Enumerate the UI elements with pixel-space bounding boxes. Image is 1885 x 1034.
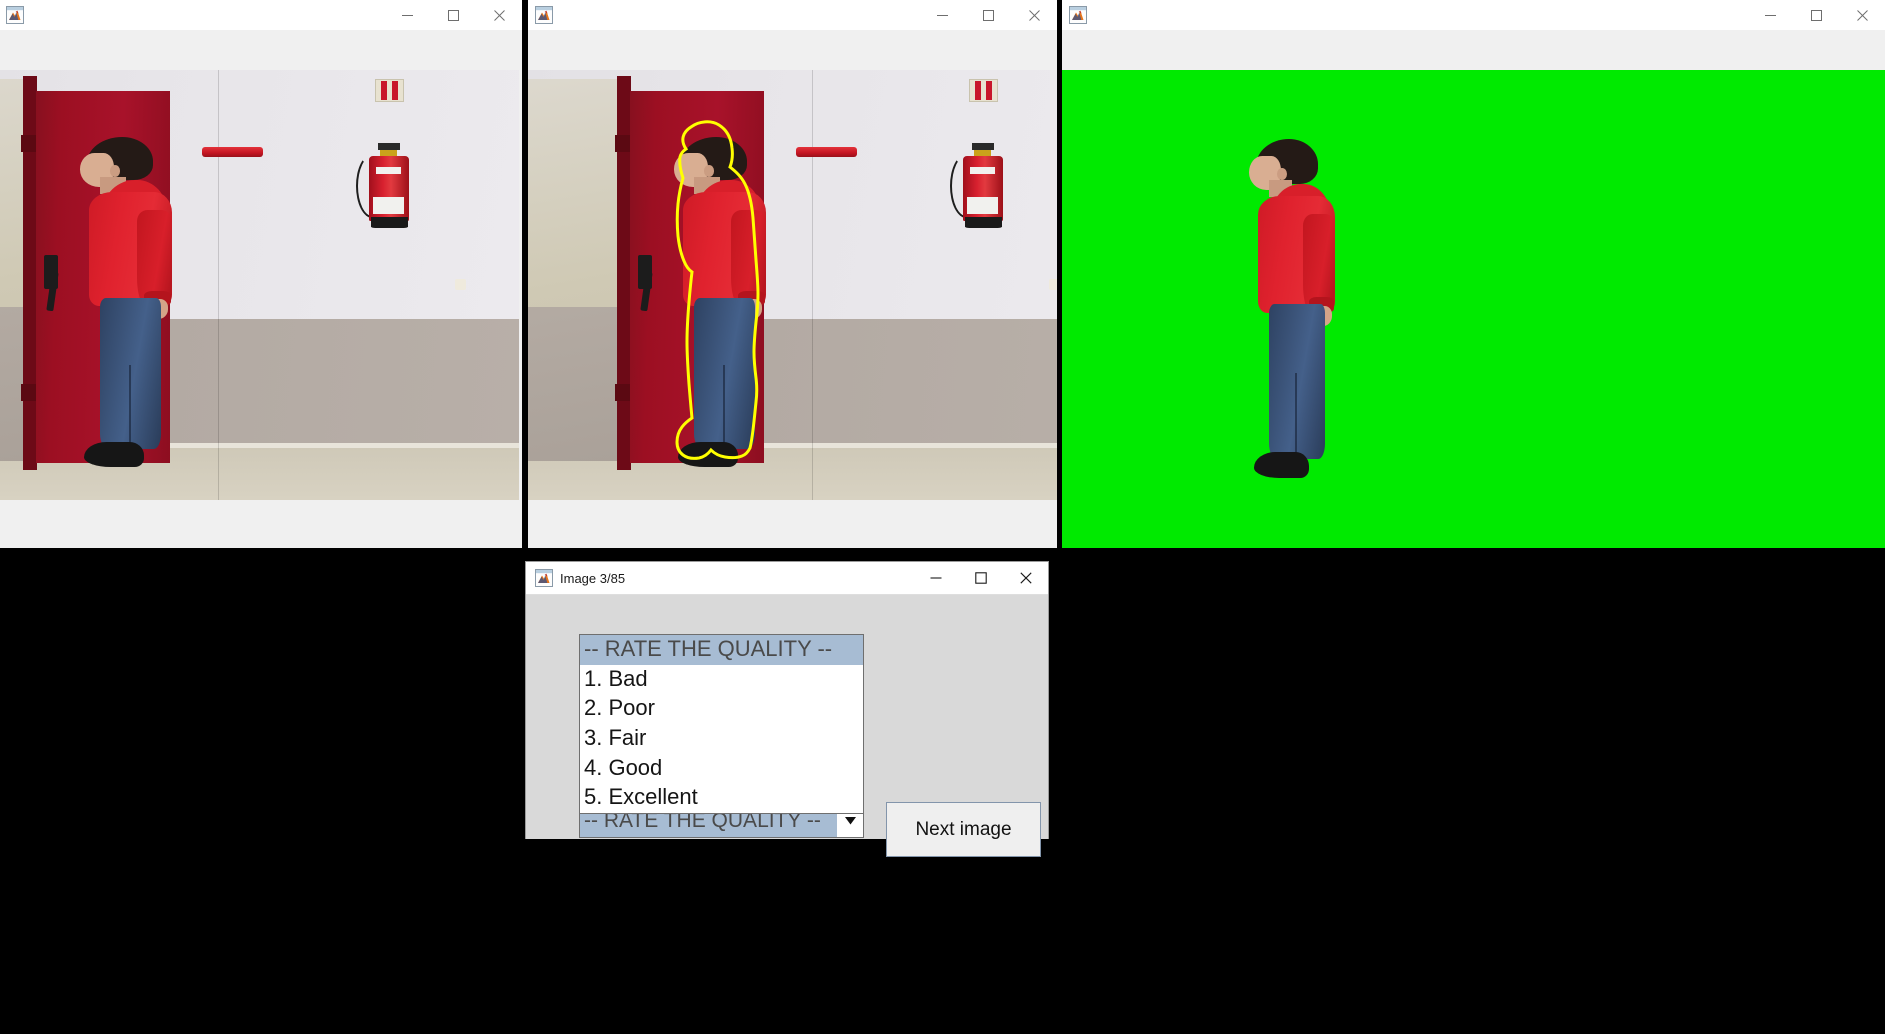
push-bar — [796, 147, 857, 157]
listbox-option-3[interactable]: 3. Fair — [580, 724, 863, 754]
figure-bottom-band-segmented — [1062, 500, 1885, 548]
wall-corner — [218, 70, 220, 500]
dialog-title: Image 3/85 — [560, 570, 626, 586]
person-leg-gap — [723, 364, 725, 449]
fire-extinguisher-sign — [375, 78, 404, 103]
wall-socket — [455, 278, 466, 290]
person-figure — [77, 136, 192, 472]
minimize-button-contour[interactable] — [919, 0, 965, 30]
extinguisher-handle — [972, 143, 994, 150]
titlebar-segmented[interactable] — [1062, 0, 1885, 30]
person-figure-segmented — [1247, 138, 1354, 483]
fire-extinguisher-sign — [969, 78, 998, 103]
minimize-button-segmented[interactable] — [1747, 0, 1793, 30]
listbox-option-1[interactable]: 1. Bad — [580, 665, 863, 695]
titlebar-original[interactable] — [0, 0, 522, 30]
dialog-minimize-button[interactable] — [913, 562, 958, 594]
photo-scene-contour — [528, 70, 1057, 500]
image-panel-contour — [528, 70, 1057, 500]
extinguisher-base — [370, 217, 408, 229]
extinguisher-label-bottom — [373, 196, 404, 215]
desktop: Image 3/85 -- RATE THE QUALITY -- 1. Bad… — [0, 0, 1885, 1034]
dialog-window-controls — [913, 562, 1048, 594]
extinguisher-label-bottom — [967, 196, 998, 215]
matlab-figure-icon — [1069, 6, 1087, 24]
person-jeans — [1268, 303, 1326, 459]
person-jeans — [694, 297, 756, 449]
extinguisher-base — [964, 217, 1002, 229]
window-controls-segmented — [1747, 0, 1885, 30]
close-button-original[interactable] — [476, 0, 522, 30]
person-shoe — [1253, 451, 1310, 478]
dialog-close-button[interactable] — [1003, 562, 1048, 594]
figure-bottom-band-contour — [528, 500, 1057, 548]
maximize-button-segmented[interactable] — [1793, 0, 1839, 30]
extinguisher-handle — [378, 143, 400, 150]
maximize-button-contour[interactable] — [965, 0, 1011, 30]
person-ear — [1277, 168, 1287, 181]
listbox-option-4[interactable]: 4. Good — [580, 754, 863, 784]
dialog-titlebar[interactable]: Image 3/85 — [526, 562, 1048, 595]
listbox-header-item[interactable]: -- RATE THE QUALITY -- — [580, 635, 863, 665]
extinguisher-label-top — [969, 166, 996, 174]
titlebar-contour[interactable] — [528, 0, 1057, 30]
person-figure — [671, 136, 786, 472]
maximize-button-original[interactable] — [430, 0, 476, 30]
close-button-contour[interactable] — [1011, 0, 1057, 30]
figure-toolbar-area-contour — [528, 30, 1057, 70]
extinguisher-label-top — [375, 166, 402, 174]
person-ear — [109, 165, 120, 177]
figure-toolbar-area-original — [0, 30, 522, 70]
person-leg-gap — [1295, 372, 1297, 459]
person-ear — [703, 165, 714, 177]
matlab-figure-icon — [6, 6, 24, 24]
open-doorway-lower — [528, 306, 621, 462]
image-panel-segmented — [1062, 70, 1885, 500]
person-leg-gap — [129, 364, 131, 449]
rating-dialog[interactable]: Image 3/85 -- RATE THE QUALITY -- 1. Bad… — [525, 561, 1049, 857]
person-shoe — [84, 441, 145, 467]
window-controls-original — [384, 0, 522, 30]
figure-bottom-band-original — [0, 500, 522, 548]
wall-socket — [1049, 278, 1057, 290]
minimize-button-original[interactable] — [384, 0, 430, 30]
dialog-maximize-button[interactable] — [958, 562, 1003, 594]
close-button-segmented[interactable] — [1839, 0, 1885, 30]
figure-window-segmented[interactable] — [1062, 0, 1885, 548]
figure-window-contour[interactable] — [528, 0, 1057, 548]
window-controls-contour — [919, 0, 1057, 30]
dialog-body: -- RATE THE QUALITY -- 1. Bad 2. Poor 3.… — [526, 595, 1048, 857]
figure-window-original[interactable] — [0, 0, 522, 548]
next-image-button[interactable]: Next image — [886, 802, 1041, 857]
chroma-key-background — [1062, 70, 1885, 500]
matlab-figure-icon — [535, 569, 553, 587]
person-jeans — [100, 297, 162, 449]
person-shoe — [678, 441, 739, 467]
quality-listbox[interactable]: -- RATE THE QUALITY -- 1. Bad 2. Poor 3.… — [579, 634, 864, 814]
listbox-option-2[interactable]: 2. Poor — [580, 694, 863, 724]
wall-corner — [812, 70, 814, 500]
listbox-option-5[interactable]: 5. Excellent — [580, 783, 863, 813]
push-bar — [202, 147, 263, 157]
next-image-button-label: Next image — [915, 818, 1012, 840]
figure-toolbar-area-segmented — [1062, 30, 1885, 70]
matlab-figure-icon — [535, 6, 553, 24]
image-panel-original — [0, 70, 522, 500]
photo-scene-original — [0, 70, 519, 500]
